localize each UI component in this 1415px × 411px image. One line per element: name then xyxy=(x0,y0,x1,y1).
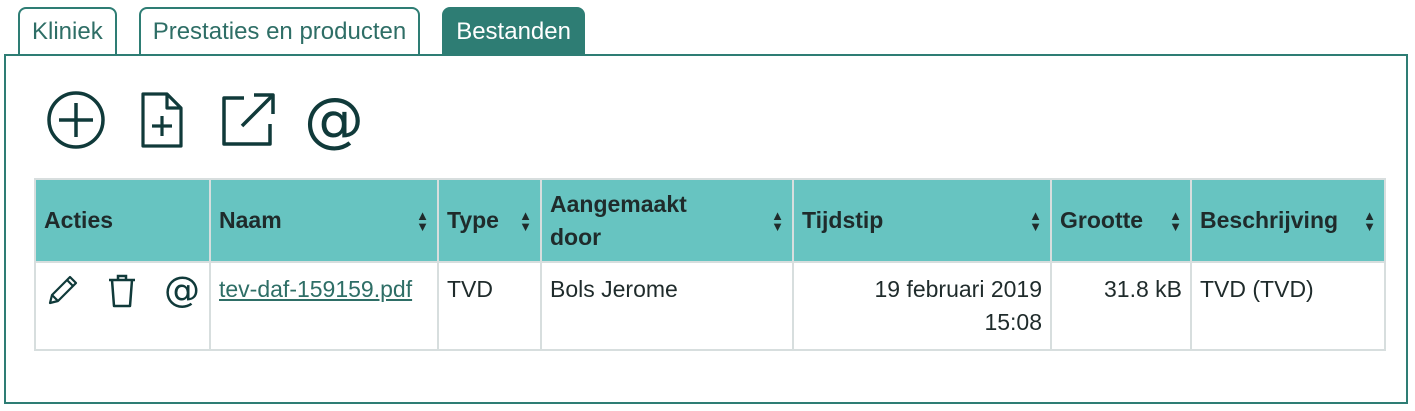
add-file-icon xyxy=(141,92,183,148)
column-header-beschrijving[interactable]: Beschrijving ▲ ▼ xyxy=(1190,178,1386,263)
tab-bar: Kliniek Prestaties en producten Bestande… xyxy=(18,7,585,55)
cell-type: TVD xyxy=(437,261,542,351)
files-table: Acties Naam ▲ ▼ Type ▲ ▼ Aangemaakt door ▲… xyxy=(34,178,1386,351)
sort-icon[interactable]: ▲ ▼ xyxy=(1363,209,1376,233)
sort-icon[interactable]: ▲ ▼ xyxy=(1169,209,1182,233)
delete-button[interactable] xyxy=(106,273,138,309)
files-panel: @ Acties Naam ▲ ▼ Type ▲ ▼ Aangemaakt do… xyxy=(4,54,1408,404)
sort-icon[interactable]: ▲ ▼ xyxy=(416,209,429,233)
file-link[interactable]: tev-daf-159159.pdf xyxy=(219,276,412,302)
email-file-button[interactable]: @ xyxy=(164,273,200,309)
column-header-acties: Acties xyxy=(34,178,211,263)
column-header-tijdstip[interactable]: Tijdstip ▲ ▼ xyxy=(792,178,1052,263)
table-row: @ tev-daf-159159.pdf TVD Bols Jerome 19 … xyxy=(34,261,1386,351)
new-file-button[interactable] xyxy=(132,90,192,150)
cell-naam: tev-daf-159159.pdf xyxy=(209,261,439,351)
toolbar: @ xyxy=(46,90,364,150)
open-external-button[interactable] xyxy=(218,90,278,150)
cell-aangemaakt-door: Bols Jerome xyxy=(540,261,794,351)
trash-icon xyxy=(109,274,135,308)
tijdstip-date: 19 februari 2019 xyxy=(874,276,1042,302)
edit-button[interactable] xyxy=(44,273,80,309)
tab-bestanden[interactable]: Bestanden xyxy=(442,7,585,54)
sort-icon[interactable]: ▲ ▼ xyxy=(1029,209,1042,233)
column-header-aangemaakt-door[interactable]: Aangemaakt door ▲ ▼ xyxy=(540,178,794,263)
tab-kliniek[interactable]: Kliniek xyxy=(18,7,117,54)
email-button[interactable]: @ xyxy=(304,90,364,150)
column-header-type[interactable]: Type ▲ ▼ xyxy=(437,178,542,263)
table-header-row: Acties Naam ▲ ▼ Type ▲ ▼ Aangemaakt door ▲… xyxy=(34,178,1386,263)
pencil-icon xyxy=(48,275,78,305)
external-link-icon xyxy=(222,93,275,146)
email-at-icon: @ xyxy=(304,85,364,155)
tab-prestaties-en-producten[interactable]: Prestaties en producten xyxy=(138,7,421,54)
cell-beschrijving: TVD (TVD) xyxy=(1190,261,1386,351)
tijdstip-time: 15:08 xyxy=(984,309,1042,335)
cell-acties: @ xyxy=(34,261,211,351)
add-button[interactable] xyxy=(46,90,106,150)
add-circle-icon xyxy=(47,91,105,149)
column-header-grootte[interactable]: Grootte ▲ ▼ xyxy=(1050,178,1192,263)
cell-tijdstip: 19 februari 2019 15:08 xyxy=(792,261,1052,351)
email-at-icon: @ xyxy=(164,270,200,311)
column-header-naam[interactable]: Naam ▲ ▼ xyxy=(209,178,439,263)
sort-icon[interactable]: ▲ ▼ xyxy=(519,209,532,233)
sort-icon[interactable]: ▲ ▼ xyxy=(771,209,784,233)
cell-grootte: 31.8 kB xyxy=(1050,261,1192,351)
